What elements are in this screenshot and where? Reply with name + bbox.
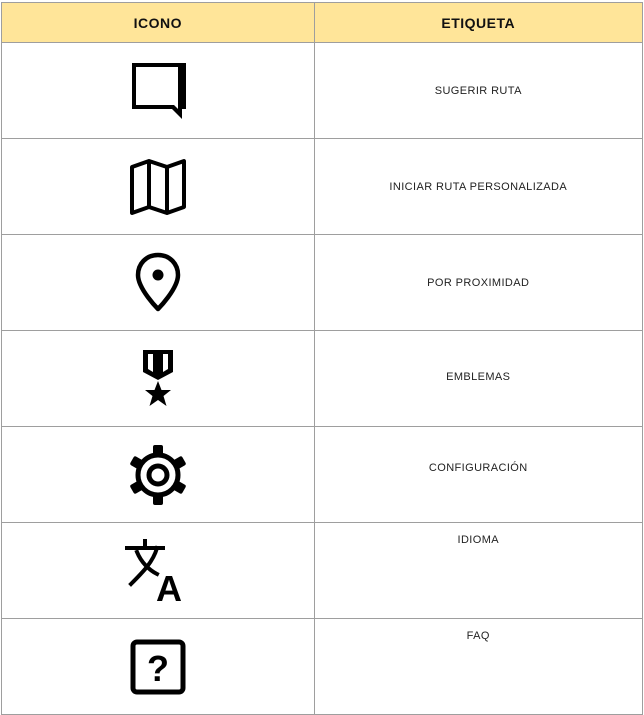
header-etiqueta: ETIQUETA (315, 3, 643, 42)
table-row: A IDIOMA (2, 523, 643, 619)
table-header-row: ICONO ETIQUETA (2, 3, 643, 43)
gear-icon (130, 444, 186, 505)
svg-text:A: A (156, 568, 182, 604)
row-label: EMBLEMAS (446, 371, 511, 383)
icon-label-table: ICONO ETIQUETA SUGERIR RUTA INICIAR RUTA… (1, 2, 643, 715)
translate-icon: A (124, 538, 182, 604)
question-box-icon: ? (130, 639, 186, 694)
row-label: FAQ (466, 630, 490, 642)
location-pin-icon (135, 252, 180, 311)
table-row: CONFIGURACIÓN (2, 427, 643, 523)
row-label: IDIOMA (457, 534, 500, 546)
row-label: CONFIGURACIÓN (428, 462, 528, 474)
chat-bubble-icon (131, 62, 186, 119)
row-label: INICIAR RUTA PERSONALIZADA (389, 180, 568, 193)
header-icono: ICONO (2, 3, 315, 42)
table-row: INICIAR RUTA PERSONALIZADA (2, 139, 643, 235)
table-row: ? FAQ (2, 619, 643, 715)
svg-text:?: ? (147, 648, 169, 689)
table-row: SUGERIR RUTA (2, 43, 643, 139)
table-row: POR PROXIMIDAD (2, 235, 643, 331)
table-row: EMBLEMAS (2, 331, 643, 427)
row-label: SUGERIR RUTA (434, 84, 522, 97)
row-label: POR PROXIMIDAD (427, 276, 530, 289)
military-medal-icon (142, 349, 173, 406)
map-icon (129, 158, 186, 215)
